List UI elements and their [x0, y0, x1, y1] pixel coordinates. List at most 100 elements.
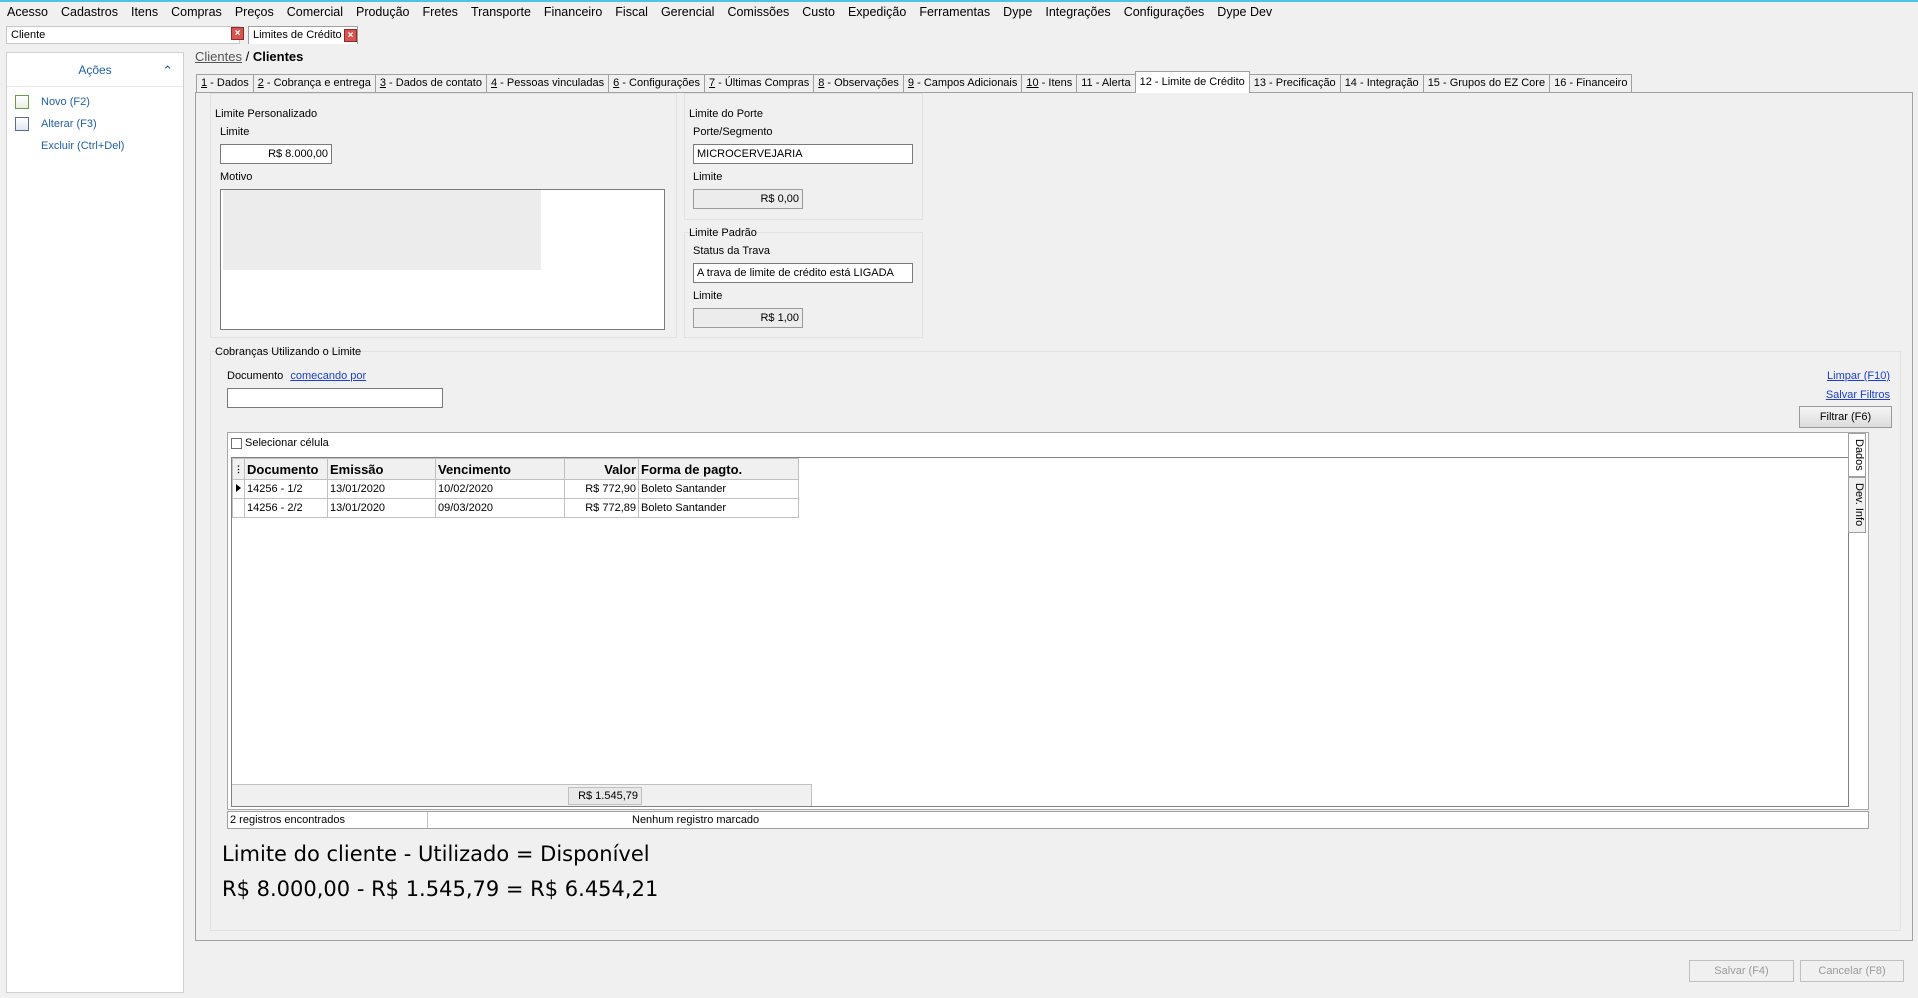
- tab-item[interactable]: 2 - Cobrança e entrega: [252, 74, 376, 93]
- total-valor: R$ 1.545,79: [568, 787, 642, 805]
- porte-segmento-field[interactable]: MICROCERVEJARIA: [693, 144, 913, 164]
- menu-item[interactable]: Custo: [802, 5, 835, 19]
- filtrar-button[interactable]: Filtrar (F6): [1799, 406, 1892, 428]
- data-grid[interactable]: ⋮ Documento Emissão Vencimento Valor For…: [231, 457, 1849, 807]
- edit-document-icon: [15, 117, 29, 131]
- tab-dados-vertical[interactable]: Dados: [1848, 433, 1866, 477]
- tab-item[interactable]: 6 - Configurações: [608, 74, 705, 93]
- new-button[interactable]: Novo (F2): [15, 95, 90, 109]
- tab-item[interactable]: 8 - Observações: [813, 74, 904, 93]
- tab-item[interactable]: 3 - Dados de contato: [374, 74, 487, 93]
- summary-values: R$ 8.000,00 - R$ 1.545,79 = R$ 6.454,21: [222, 877, 659, 901]
- tab-item[interactable]: 13 - Precificação: [1248, 74, 1341, 93]
- motivo-textarea[interactable]: [220, 189, 665, 330]
- menu-item[interactable]: Integrações: [1045, 5, 1110, 19]
- menu-item[interactable]: Cadastros: [61, 5, 118, 19]
- cell-documento[interactable]: 14256 - 1/2: [244, 479, 328, 499]
- porte-segmento-label: Porte/Segmento: [693, 126, 773, 138]
- menu-item[interactable]: Ferramentas: [919, 5, 990, 19]
- new-document-icon: [15, 95, 29, 109]
- table-row[interactable]: 14256 - 2/2 13/01/2020 09/03/2020 R$ 772…: [232, 498, 799, 518]
- tab-item[interactable]: 1 - Dados: [196, 74, 254, 93]
- tab-item[interactable]: 9 - Campos Adicionais: [902, 74, 1023, 93]
- cell-valor[interactable]: R$ 772,90: [564, 479, 639, 499]
- menu-item[interactable]: Preços: [235, 5, 274, 19]
- actions-header[interactable]: Ações ⌃: [7, 53, 183, 87]
- tab-label: 16 - Financeiro: [1554, 77, 1628, 89]
- menu-item[interactable]: Comercial: [287, 5, 343, 19]
- menu-item[interactable]: Transporte: [471, 5, 531, 19]
- tab-item[interactable]: 14 - Integração: [1339, 74, 1424, 93]
- chevron-up-icon[interactable]: ⌃: [162, 63, 173, 79]
- padrao-limite-field: R$ 1,00: [693, 308, 803, 328]
- cell-emissao[interactable]: 13/01/2020: [327, 479, 436, 499]
- menu-item[interactable]: Fretes: [423, 5, 458, 19]
- menu-item[interactable]: Dype Dev: [1217, 5, 1272, 19]
- documento-filter-input[interactable]: [227, 388, 443, 408]
- row-indicator-header[interactable]: ⋮: [232, 458, 245, 480]
- current-row-arrow-icon: [236, 484, 241, 492]
- col-forma-pagto[interactable]: Forma de pagto.: [638, 458, 799, 480]
- status-trava-field[interactable]: A trava de limite de crédito está LIGADA: [693, 263, 913, 283]
- breadcrumb: Clientes / Clientes: [195, 49, 303, 64]
- breadcrumb-parent-link[interactable]: Clientes: [195, 49, 242, 64]
- table-row[interactable]: 14256 - 1/2 13/01/2020 10/02/2020 R$ 772…: [232, 479, 799, 499]
- delete-spacer: [15, 139, 29, 153]
- cell-documento[interactable]: 14256 - 2/2: [244, 498, 328, 518]
- tab-item[interactable]: 10 - Itens: [1021, 74, 1078, 93]
- limite-personalizado-input[interactable]: R$ 8.000,00: [220, 144, 332, 164]
- menu-item[interactable]: Gerencial: [661, 5, 715, 19]
- delete-button[interactable]: Excluir (Ctrl+Del): [15, 139, 124, 153]
- cell-emissao[interactable]: 13/01/2020: [327, 498, 436, 518]
- cell-valor[interactable]: R$ 772,89: [564, 498, 639, 518]
- cell-vencimento[interactable]: 09/03/2020: [435, 498, 565, 518]
- edit-button[interactable]: Alterar (F3): [15, 117, 97, 131]
- documento-filter-label: Documento comecando por: [227, 370, 366, 382]
- close-search-icon[interactable]: ×: [231, 27, 244, 40]
- tab-item[interactable]: 4 - Pessoas vinculadas: [485, 74, 610, 93]
- cancel-button[interactable]: Cancelar (F8): [1800, 960, 1904, 982]
- menu-item[interactable]: Itens: [131, 5, 158, 19]
- tab-dev-info-vertical[interactable]: Dev. Info: [1848, 477, 1866, 533]
- delete-button-label: Excluir (Ctrl+Del): [41, 140, 125, 152]
- summary-formula: Limite do cliente - Utilizado = Disponív…: [222, 842, 650, 866]
- cell-forma-pagto[interactable]: Boleto Santander: [638, 479, 799, 499]
- close-tab-icon[interactable]: ×: [344, 29, 357, 42]
- edit-button-label: Alterar (F3): [41, 118, 97, 130]
- col-valor[interactable]: Valor: [564, 458, 639, 480]
- checkbox-icon[interactable]: [231, 437, 242, 449]
- menu-item[interactable]: Configurações: [1124, 5, 1205, 19]
- cell-forma-pagto[interactable]: Boleto Santander: [638, 498, 799, 518]
- col-vencimento[interactable]: Vencimento: [435, 458, 565, 480]
- tab-item[interactable]: 12 - Limite de Crédito: [1134, 71, 1250, 93]
- menu-item[interactable]: Fiscal: [615, 5, 648, 19]
- tab-item[interactable]: 15 - Grupos do EZ Core: [1422, 74, 1551, 93]
- tab-label: - Pessoas vinculadas: [497, 77, 605, 89]
- limite-padrao-group: Limite Padrão Status da Trava A trava de…: [684, 227, 923, 338]
- limpar-link[interactable]: Limpar (F10): [1827, 370, 1890, 382]
- menu-item[interactable]: Comissões: [727, 5, 789, 19]
- col-emissao[interactable]: Emissão: [327, 458, 436, 480]
- save-button[interactable]: Salvar (F4): [1689, 960, 1794, 982]
- cell-vencimento[interactable]: 10/02/2020: [435, 479, 565, 499]
- col-documento[interactable]: Documento: [244, 458, 328, 480]
- menu-item[interactable]: Dype: [1003, 5, 1032, 19]
- menu-item[interactable]: Financeiro: [544, 5, 602, 19]
- tab-item[interactable]: 7 - Últimas Compras: [703, 74, 815, 93]
- document-tab[interactable]: Limites de Crédito: [248, 26, 358, 44]
- menu-item[interactable]: Acesso: [7, 5, 48, 19]
- tab-label: 13 - Precificação: [1253, 77, 1336, 89]
- search-input[interactable]: Cliente: [6, 26, 240, 44]
- tab-label: - Cobrança e entrega: [263, 77, 371, 89]
- tab-item[interactable]: 16 - Financeiro: [1549, 74, 1633, 93]
- selecionar-celula-checkbox[interactable]: Selecionar célula: [231, 437, 329, 449]
- tab-item[interactable]: 11 - Alerta: [1076, 74, 1136, 93]
- menu-item[interactable]: Produção: [356, 5, 410, 19]
- menu-item[interactable]: Compras: [171, 5, 222, 19]
- porte-limite-field: R$ 0,00: [693, 189, 803, 209]
- documento-mode-link[interactable]: comecando por: [290, 370, 366, 382]
- salvar-filtros-link[interactable]: Salvar Filtros: [1826, 389, 1890, 401]
- limite-porte-title: Limite do Porte: [689, 108, 763, 120]
- tab-label: - Últimas Compras: [715, 77, 810, 89]
- menu-item[interactable]: Expedição: [848, 5, 906, 19]
